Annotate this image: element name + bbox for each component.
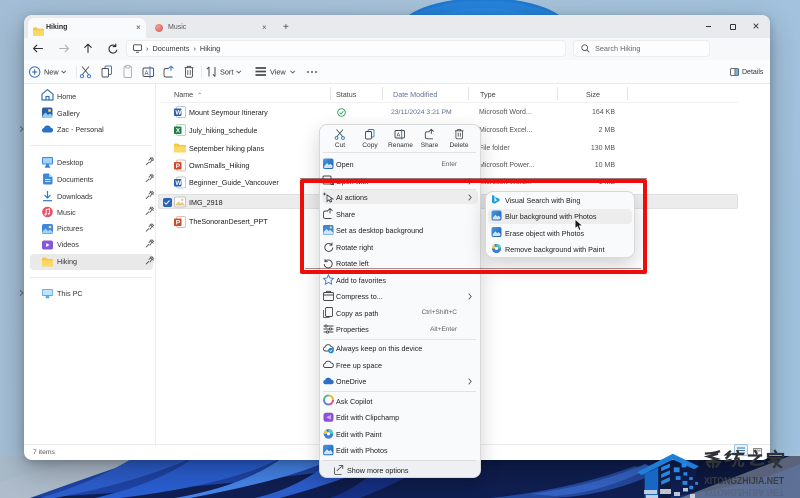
svg-text:Sort: Sort bbox=[220, 68, 233, 77]
svg-text:Share: Share bbox=[420, 142, 438, 149]
svg-text:XITONGZHIJIA.NET: XITONGZHIJIA.NET bbox=[704, 476, 784, 487]
svg-text:Rename: Rename bbox=[388, 142, 413, 149]
svg-text:A: A bbox=[396, 133, 400, 139]
svg-text:XITONGZHIJIA.NET: XITONGZHIJIA.NET bbox=[704, 486, 784, 497]
svg-text:View: View bbox=[270, 68, 286, 77]
svg-text:Cut: Cut bbox=[334, 142, 344, 149]
svg-text:A: A bbox=[145, 71, 149, 77]
svg-text:New: New bbox=[44, 68, 59, 77]
svg-text:Copy: Copy bbox=[362, 142, 378, 149]
svg-text:Delete: Delete bbox=[449, 142, 468, 149]
